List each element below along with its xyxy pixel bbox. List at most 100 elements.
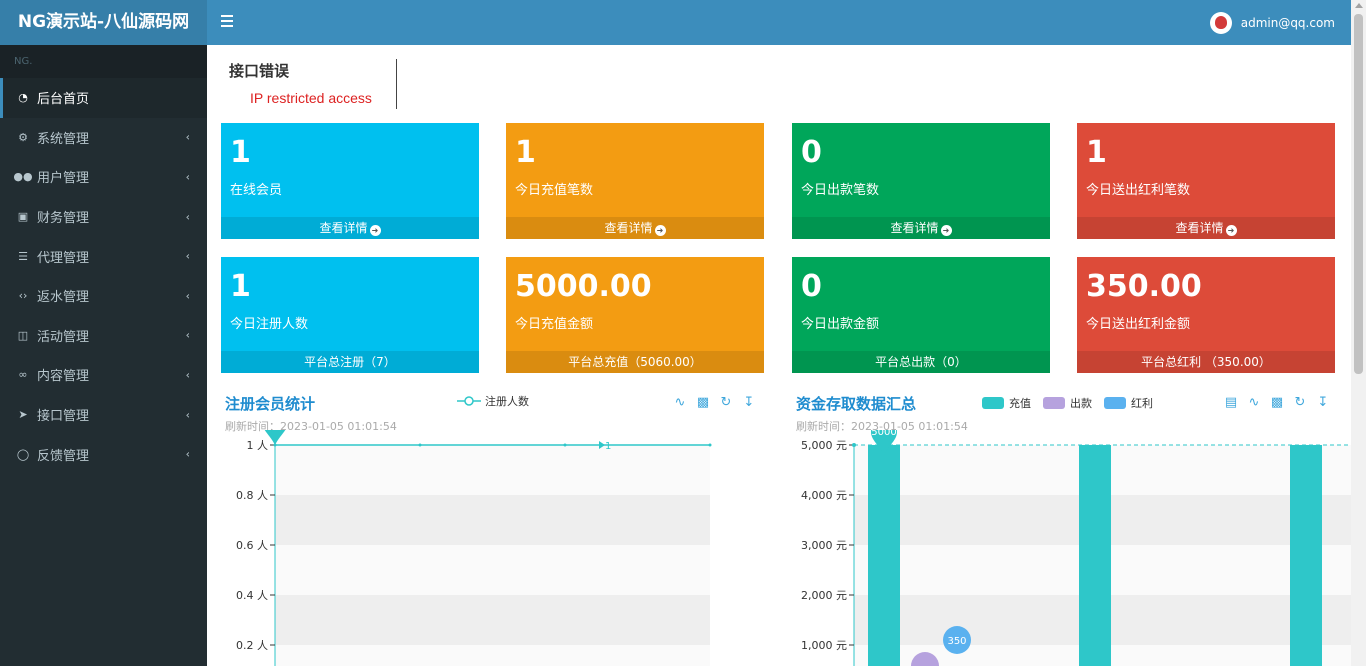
sidebar-item-feedback[interactable]: ◯ 反馈管理 ‹ [0,434,207,474]
data-view-icon[interactable]: ▤ [1224,396,1238,410]
legend-line-icon [457,396,481,406]
stat-value: 1 [230,135,251,170]
chart1-title: 注册会员统计 [225,395,316,413]
sidebar-item-users[interactable]: ●● 用户管理 ‹ [0,157,207,197]
list-icon: ☰ [18,249,28,263]
chevron-left-icon: ‹ [185,408,190,422]
stat-value: 350.00 [1086,269,1202,304]
stat-footer-link[interactable]: 查看详情 ➜ [792,217,1050,239]
stat-footer-text: 查看详情 [890,221,939,235]
scroll-up-arrow-icon[interactable] [1355,3,1363,8]
avatar [1209,11,1232,34]
legend-swatch [1104,397,1126,409]
sidebar-item-label: 后台首页 [37,92,90,108]
sidebar-item-finance[interactable]: ▣ 财务管理 ‹ [0,197,207,237]
stat-box-deposit-count: 1 今日充值笔数 查看详情 ➜ [506,123,764,239]
sidebar-item-activity[interactable]: ◫ 活动管理 ‹ [0,316,207,356]
mark-line-label: 1 [605,441,611,452]
line-chart-icon[interactable]: ∿ [1247,396,1261,410]
top-navbar: admin@qq.com [207,0,1351,45]
sidebar-header: NG. [0,45,207,78]
money-icon: ▣ [17,210,29,224]
refresh-icon[interactable]: ↻ [1293,396,1307,410]
grid-band [275,545,710,595]
sidebar-item-label: 代理管理 [37,250,90,266]
arrow-circle-right-icon: ➜ [369,225,381,236]
sidebar-toggle-icon[interactable] [221,15,233,29]
download-icon[interactable]: ↧ [742,396,756,410]
stat-box-bonus-count: 1 今日送出红利笔数 查看详情 ➜ [1077,123,1335,239]
sidebar-item-content[interactable]: ∞ 内容管理 ‹ [0,355,207,395]
stat-footer-link[interactable]: 查看详情 ➜ [1077,217,1335,239]
stat-box-bonus-amount: 350.00 今日送出红利金额 平台总红利 （350.00） [1077,257,1335,373]
app-logo[interactable]: NG演示站-八仙源码网 [0,0,207,45]
chart2-toolbox: ▤ ∿ ▩ ↻ ↧ [1224,396,1330,410]
chart1-legend-item[interactable]: 注册人数 [457,393,529,409]
legend-item[interactable]: 红利 [1104,395,1153,411]
bar-chart-icon[interactable]: ▩ [1270,396,1284,410]
y-tick-label: 4,000 元 [801,489,847,502]
y-tick-label: 1 人 [247,439,269,452]
page-scrollbar[interactable] [1351,0,1366,666]
legend-item[interactable]: 出款 [1043,395,1092,411]
dashboard-icon: ◔ [18,91,28,105]
stat-label: 今日出款笔数 [801,183,880,198]
sidebar: NG. ◔ 后台首页 ⚙ 系统管理 ‹ ●● 用户管理 ‹ ▣ 财务管理 ‹ ☰… [0,45,207,666]
y-tick-label: 2,000 元 [801,589,847,602]
users-icon: ●● [13,170,33,184]
sidebar-item-label: 活动管理 [37,329,90,345]
y-tick-label: 1,000 元 [801,639,847,652]
sidebar-item-rebate[interactable]: ‹› 返水管理 ‹ [0,276,207,316]
mark-line-start [852,443,856,447]
mark-point-bonus-label: 350 [947,636,966,647]
code-icon: ‹› [18,289,28,303]
sidebar-item-api[interactable]: ➤ 接口管理 ‹ [0,395,207,435]
y-tick-label: 0.8 人 [236,489,268,502]
stat-label: 今日送出红利金额 [1086,317,1191,332]
stat-footer-text: 查看详情 [604,221,653,235]
chevron-left-icon: ‹ [185,289,190,303]
stat-footer-text: 查看详情 [1175,221,1224,235]
scroll-thumb[interactable] [1354,14,1363,374]
data-point [708,443,712,447]
stat-label: 今日注册人数 [230,317,309,332]
map-icon: ◫ [17,328,29,342]
chevron-left-icon: ‹ [185,447,190,461]
sidebar-item-agent[interactable]: ☰ 代理管理 ‹ [0,236,207,276]
bar-充值 [1079,445,1111,666]
sidebar-item-dashboard[interactable]: ◔ 后台首页 [0,78,207,118]
y-tick-label: 0.6 人 [236,539,268,552]
stat-footer-link[interactable]: 查看详情 ➜ [221,217,479,239]
bar-chart-icon[interactable]: ▩ [696,396,710,410]
bar-充值 [868,445,900,666]
y-tick-label: 0.2 人 [236,639,268,652]
refresh-icon[interactable]: ↻ [719,396,733,410]
arrow-circle-right-icon: ➜ [1225,225,1237,236]
stat-value: 5000.00 [515,269,652,304]
stat-label: 今日充值笔数 [515,183,594,198]
stat-footer-link[interactable]: 查看详情 ➜ [506,217,764,239]
error-title: 接口错误 [229,62,290,80]
paper-plane-icon: ➤ [18,408,28,422]
download-icon[interactable]: ↧ [1316,396,1330,410]
error-divider [396,59,397,109]
line-chart-icon[interactable]: ∿ [673,396,687,410]
stat-value: 1 [1086,135,1107,170]
chevron-left-icon: ‹ [185,170,190,184]
legend-swatch [1043,397,1065,409]
stat-box-register-count: 1 今日注册人数 平台总注册（7） [221,257,479,373]
legend-label: 出款 [1070,397,1092,410]
comment-icon: ◯ [16,447,30,461]
sidebar-item-system[interactable]: ⚙ 系统管理 ‹ [0,118,207,158]
user-menu[interactable]: admin@qq.com [1209,0,1335,45]
bar-充值 [1290,445,1322,666]
legend-label: 充值 [1009,397,1031,410]
stat-footer-total: 平台总出款（0） [792,351,1050,373]
stat-label: 今日充值金额 [515,317,594,332]
link-icon: ∞ [18,368,28,382]
stat-footer-text: 查看详情 [319,221,368,235]
stat-footer-total: 平台总注册（7） [221,351,479,373]
legend-item[interactable]: 充值 [982,395,1031,411]
chart1-toolbox: ∿ ▩ ↻ ↧ [673,396,756,410]
chevron-left-icon: ‹ [185,249,190,263]
